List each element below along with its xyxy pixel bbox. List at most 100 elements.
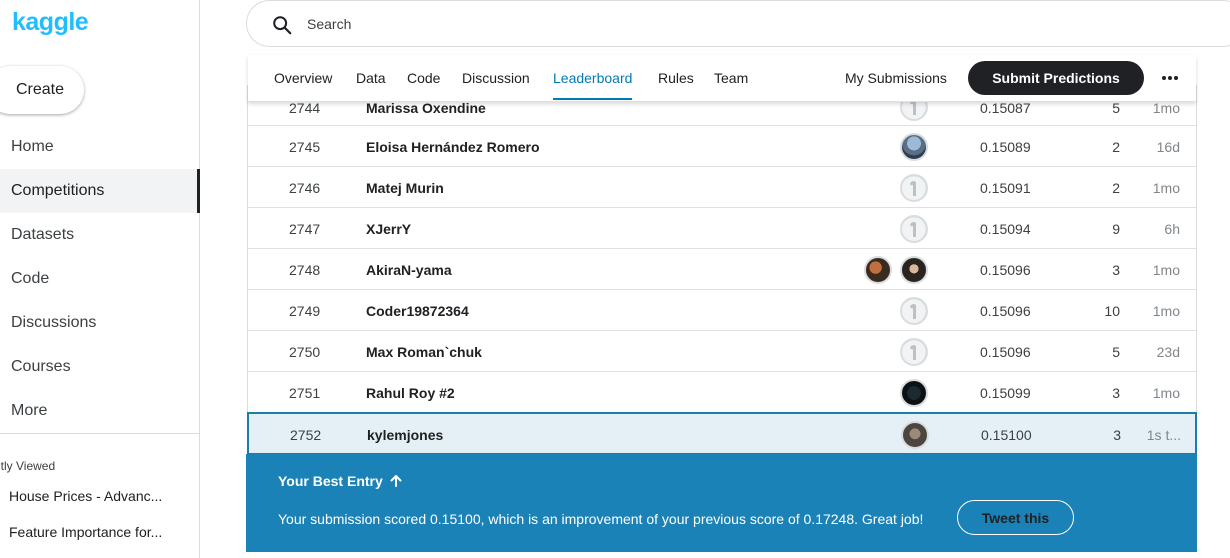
table-row-current-user[interactable]: 2752 kylemjones 0.15100 3 1s t... (247, 412, 1197, 455)
team-name-cell[interactable]: Eloisa Hernández Romero (366, 139, 540, 155)
rank-cell: 2751 (289, 385, 321, 401)
my-submissions-link[interactable]: My Submissions (845, 55, 947, 101)
create-button[interactable]: Create (0, 66, 84, 114)
avatar[interactable] (900, 379, 928, 407)
team-name-cell[interactable]: Rahul Roy #2 (366, 385, 455, 401)
last-submission-cell: 6h (1164, 221, 1180, 237)
sidebar-item-competitions[interactable]: Competitions (0, 169, 200, 213)
sidebar-item-label: Home (11, 138, 54, 155)
avatar[interactable] (864, 256, 892, 284)
entries-cell: 3 (1112, 262, 1120, 278)
last-submission-cell: 23d (1156, 344, 1180, 360)
avatar[interactable] (900, 174, 928, 202)
entries-cell: 10 (1104, 303, 1120, 319)
tab-rules[interactable]: Rules (658, 55, 694, 101)
sidebar-item-label: Code (11, 270, 50, 287)
sidebar-item-home[interactable]: Home (0, 125, 198, 169)
table-row[interactable]: 2747 XJerrY 0.15094 9 6h (248, 208, 1196, 249)
rank-cell: 2748 (289, 262, 321, 278)
best-entry-title: Your Best Entry (278, 473, 402, 489)
table-row[interactable]: 2748 AkiraN-yama 0.15096 3 1mo (248, 249, 1196, 290)
score-cell: 0.15099 (980, 385, 1031, 401)
last-submission-cell: 16d (1156, 139, 1180, 155)
rank-cell: 2746 (289, 180, 321, 196)
entries-cell: 9 (1112, 221, 1120, 237)
team-name-cell[interactable]: Max Roman`chuk (366, 344, 482, 360)
search-input[interactable]: Search (246, 0, 1230, 47)
entries-cell: 5 (1112, 100, 1120, 116)
entries-cell: 2 (1112, 139, 1120, 155)
more-horizontal-icon[interactable] (1158, 67, 1182, 89)
submit-predictions-label: Submit Predictions (992, 70, 1120, 86)
rank-cell: 2744 (289, 100, 321, 116)
team-name-cell[interactable]: Matej Murin (366, 180, 444, 196)
entries-cell: 2 (1112, 180, 1120, 196)
last-submission-cell: 1mo (1152, 385, 1180, 401)
tweet-this-button[interactable]: Tweet this (957, 500, 1074, 535)
sidebar-item-discussions[interactable]: Discussions (0, 301, 198, 345)
tab-overview[interactable]: Overview (274, 55, 332, 101)
avatar[interactable] (900, 256, 928, 284)
score-cell: 0.15096 (980, 344, 1031, 360)
score-cell: 0.15089 (980, 139, 1031, 155)
sidebar-item-label: Datasets (11, 226, 75, 243)
rank-cell: 2752 (290, 427, 322, 443)
score-cell: 0.15096 (980, 262, 1031, 278)
avatar[interactable] (900, 297, 928, 325)
sidebar-item-code[interactable]: Code (0, 257, 198, 301)
submit-predictions-button[interactable]: Submit Predictions (968, 61, 1144, 95)
entries-cell: 3 (1113, 427, 1121, 443)
last-submission-cell: 1s t... (1146, 427, 1181, 443)
table-row[interactable]: 2746 Matej Murin 0.15091 2 1mo (248, 167, 1196, 208)
sidebar-item-label: More (11, 402, 48, 419)
recent-item[interactable]: Feature Importance for... (9, 524, 162, 540)
table-row[interactable]: 2751 Rahul Roy #2 0.15099 3 1mo (248, 372, 1196, 413)
last-submission-cell: 1mo (1152, 100, 1180, 116)
team-name-cell[interactable]: kylemjones (367, 427, 443, 443)
tab-leaderboard[interactable]: Leaderboard (553, 55, 633, 101)
team-name-cell[interactable]: Coder19872364 (366, 303, 469, 319)
competition-tabs: Overview Data Code Discussion Leaderboar… (248, 55, 1196, 102)
table-row[interactable]: 2745 Eloisa Hernández Romero 0.15089 2 1… (248, 126, 1196, 167)
sidebar-item-label: Discussions (11, 314, 97, 331)
best-entry-title-text: Your Best Entry (278, 473, 383, 489)
sidebar-item-label: Competitions (11, 182, 105, 199)
recent-item[interactable]: House Prices - Advanc... (9, 488, 162, 504)
kaggle-logo[interactable]: kaggle (12, 8, 89, 37)
score-cell: 0.15094 (980, 221, 1031, 237)
team-name-cell[interactable]: AkiraN-yama (366, 262, 452, 278)
tab-code[interactable]: Code (407, 55, 440, 101)
leaderboard-table: 2744 Marissa Oxendine 0.15087 5 1mo 2745… (247, 85, 1197, 455)
sidebar-item-courses[interactable]: Courses (0, 345, 198, 389)
sidebar-item-datasets[interactable]: Datasets (0, 213, 198, 257)
rank-cell: 2749 (289, 303, 321, 319)
best-entry-message: Your submission scored 0.15100, which is… (278, 511, 924, 527)
avatar[interactable] (901, 421, 929, 449)
score-cell: 0.15087 (980, 100, 1031, 116)
tab-team[interactable]: Team (714, 55, 748, 101)
rank-cell: 2745 (289, 139, 321, 155)
create-button-label: Create (15, 81, 65, 98)
sidebar-divider (0, 433, 200, 434)
recently-viewed-heading: ntly Viewed (0, 459, 56, 473)
tab-data[interactable]: Data (356, 55, 386, 101)
arrow-up-icon (390, 475, 402, 487)
sidebar-item-more[interactable]: More (0, 389, 198, 433)
table-row[interactable]: 2749 Coder19872364 0.15096 10 1mo (248, 290, 1196, 331)
rank-cell: 2750 (289, 344, 321, 360)
score-cell: 0.15100 (981, 427, 1032, 443)
last-submission-cell: 1mo (1152, 180, 1180, 196)
sidebar: kaggle Create Home Competitions Datasets… (0, 0, 200, 558)
last-submission-cell: 1mo (1152, 262, 1180, 278)
rank-cell: 2747 (289, 221, 321, 237)
avatar[interactable] (900, 338, 928, 366)
team-name-cell[interactable]: Marissa Oxendine (366, 100, 486, 116)
team-name-cell[interactable]: XJerrY (366, 221, 411, 237)
sidebar-item-label: Courses (11, 358, 71, 375)
search-placeholder: Search (307, 16, 352, 32)
table-row[interactable]: 2750 Max Roman`chuk 0.15096 5 23d (248, 331, 1196, 372)
avatar[interactable] (900, 215, 928, 243)
tweet-this-label: Tweet this (981, 509, 1050, 526)
tab-discussion[interactable]: Discussion (462, 55, 530, 101)
avatar[interactable] (900, 133, 928, 161)
